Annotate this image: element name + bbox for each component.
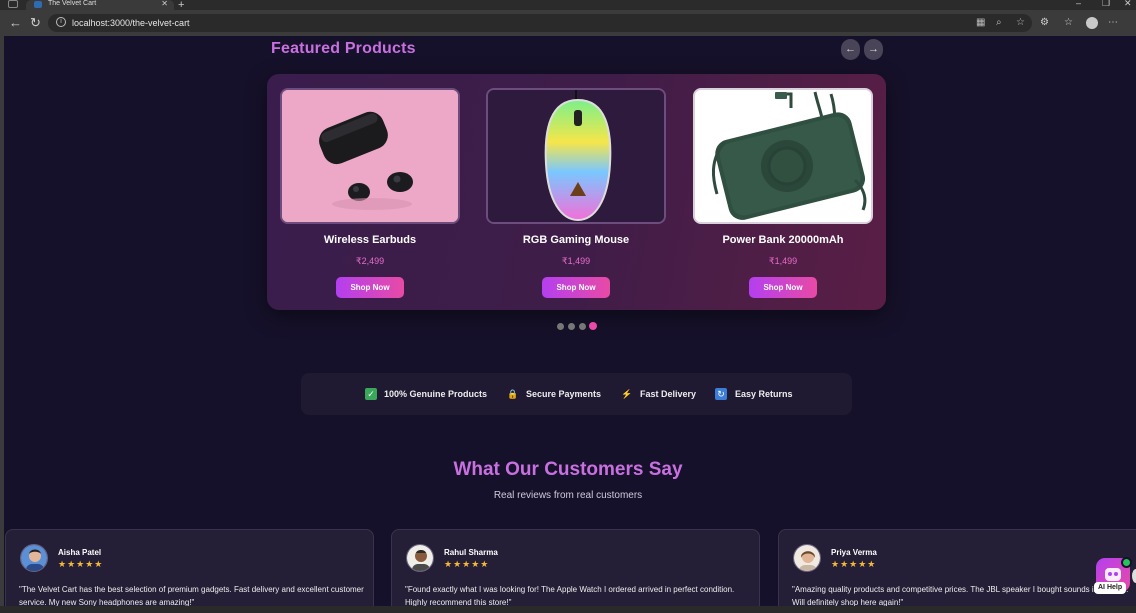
lightning-icon: ⚡	[621, 389, 633, 399]
reviews-title: What Our Customers Say	[453, 459, 683, 480]
rating-stars: ★★★★★	[58, 559, 104, 569]
shop-now-button[interactable]: Shop Now	[542, 277, 610, 298]
zoom-icon[interactable]: ⌕	[996, 17, 1002, 29]
reviewer-name: Aisha Patel	[58, 548, 102, 557]
scroll-handle[interactable]	[1132, 569, 1136, 583]
carousel-dot[interactable]	[557, 323, 564, 330]
favorite-star-icon[interactable]: ☆	[1016, 17, 1025, 29]
trust-secure-label: Secure Payments	[526, 389, 602, 399]
close-window-icon[interactable]: ✕	[1124, 0, 1132, 9]
avatar	[793, 544, 821, 572]
minimize-icon[interactable]: –	[1076, 0, 1081, 8]
rating-stars: ★★★★★	[831, 559, 877, 569]
more-menu-icon[interactable]: ⋯	[1108, 16, 1118, 30]
check-icon: ✓	[365, 388, 377, 400]
trust-genuine-label: 100% Genuine Products	[384, 389, 488, 399]
product-price: ₹2,499	[355, 256, 385, 266]
carousel-dot[interactable]	[579, 323, 586, 330]
carousel-next-button[interactable]: →	[864, 39, 883, 60]
reload-icon[interactable]: ↻	[30, 15, 41, 31]
featured-products-title: Featured Products	[271, 40, 416, 57]
avatar	[20, 544, 48, 572]
rating-stars: ★★★★★	[444, 559, 490, 569]
tab-actions-icon[interactable]	[8, 0, 18, 8]
window-bottom-edge	[0, 606, 1136, 613]
shop-now-button[interactable]: Shop Now	[749, 277, 817, 298]
shop-now-button[interactable]: Shop Now	[336, 277, 404, 298]
address-bar-row: ← ↻ i localhost:3000/the-velvet-cart ▦ ⌕…	[0, 10, 1136, 36]
product-price: ₹1,499	[561, 256, 591, 266]
trust-delivery-label: Fast Delivery	[640, 389, 697, 399]
carousel-dot-active[interactable]	[589, 322, 597, 330]
reviewer-name: Priya Verma	[831, 548, 877, 557]
product-card: Wireless Earbuds ₹2,499 Shop Now	[280, 88, 460, 298]
favicon-icon	[34, 1, 42, 8]
power-bank-image[interactable]	[693, 88, 873, 224]
reviewer-name: Rahul Sharma	[444, 548, 498, 557]
review-card: Rahul Sharma ★★★★★ "Found exactly what I…	[391, 529, 760, 613]
close-tab-icon[interactable]: ✕	[161, 0, 168, 8]
gaming-mouse-image[interactable]	[486, 88, 666, 224]
trust-returns-label: Easy Returns	[735, 389, 793, 399]
review-card: Priya Verma ★★★★★ "Amazing quality produ…	[778, 529, 1136, 613]
online-status-indicator	[1121, 557, 1132, 568]
tab-title: The Velvet Cart	[48, 0, 97, 7]
ai-help-label[interactable]: AI Help	[1094, 582, 1127, 594]
review-card: Aisha Patel ★★★★★ "The Velvet Cart has t…	[5, 529, 374, 613]
product-name: Power Bank 20000mAh	[722, 234, 844, 246]
product-card: RGB Gaming Mouse ₹1,499 Shop Now	[486, 88, 666, 298]
reader-icon[interactable]: ▦	[976, 17, 985, 29]
avatar	[406, 544, 434, 572]
reviews-subtitle: Real reviews from real customers	[493, 490, 643, 501]
url-text[interactable]: localhost:3000/the-velvet-cart	[72, 17, 190, 29]
window-frame	[0, 36, 4, 613]
new-tab-icon[interactable]: +	[178, 0, 184, 10]
browser-tab-bar: The Velvet Cart ✕ + – ❐ ✕	[0, 0, 1136, 10]
site-info-icon[interactable]: i	[56, 17, 66, 27]
extensions-icon[interactable]: ⚙	[1040, 16, 1049, 30]
returns-icon: ↻	[715, 388, 727, 400]
product-name: RGB Gaming Mouse	[522, 234, 630, 246]
carousel-dot[interactable]	[568, 323, 575, 330]
product-name: Wireless Earbuds	[323, 234, 417, 246]
browser-tab[interactable]: The Velvet Cart ✕	[26, 0, 174, 10]
earbuds-image[interactable]	[280, 88, 460, 224]
profile-avatar[interactable]	[1086, 17, 1098, 29]
back-icon[interactable]: ←	[9, 15, 22, 31]
product-card: Power Bank 20000mAh ₹1,499 Shop Now	[693, 88, 873, 298]
favorites-icon[interactable]: ☆	[1064, 16, 1073, 30]
featured-products-carousel: Wireless Earbuds ₹2,499 Shop Now RGB Gam…	[267, 74, 886, 310]
carousel-prev-button[interactable]: ←	[841, 39, 860, 60]
lock-icon: 🔒	[507, 389, 519, 399]
address-bar[interactable]: i localhost:3000/the-velvet-cart ▦ ⌕ ☆	[48, 14, 1032, 32]
trust-badges-bar: ✓ 100% Genuine Products 🔒 Secure Payment…	[301, 373, 852, 415]
product-price: ₹1,499	[768, 256, 798, 266]
restore-icon[interactable]: ❐	[1102, 0, 1110, 9]
